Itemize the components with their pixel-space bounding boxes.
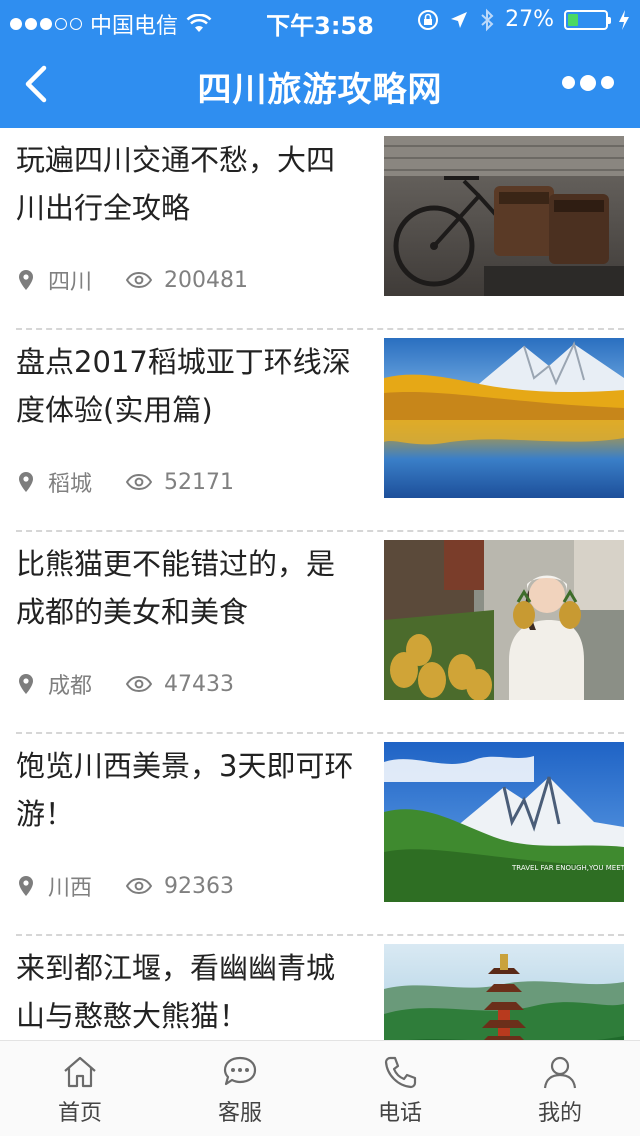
- article-thumbnail-bicycle[interactable]: [384, 136, 624, 296]
- user-icon: [543, 1056, 577, 1089]
- article-location: 成都: [48, 674, 93, 699]
- battery-fill: [568, 13, 578, 26]
- article-title[interactable]: 饱览川西美景，3天即可环游！: [16, 742, 356, 838]
- article-meta: 成都 47433: [18, 668, 234, 700]
- tab-label: 首页: [57, 1101, 102, 1126]
- article-views: 200481: [126, 268, 248, 293]
- battery-icon: [564, 9, 611, 30]
- view-count: 47433: [164, 671, 235, 697]
- article-item[interactable]: 玩遍四川交通不愁，大四川出行全攻略 四川 200481: [16, 128, 624, 330]
- article-item[interactable]: 饱览川西美景，3天即可环游！ 川西 92363 TRAVEL FAR ENOUG…: [16, 734, 624, 936]
- location-arrow-icon: [451, 11, 468, 28]
- tab-phone[interactable]: 电话: [320, 1041, 480, 1136]
- view-count: 52171: [164, 469, 235, 495]
- eye-icon: [126, 272, 153, 288]
- page-title: 四川旅游攻略网: [197, 70, 443, 110]
- thumbnail-caption: TRAVEL FAR ENOUGH,YOU MEET YOURSELF: [511, 864, 624, 872]
- rotation-lock-icon: [418, 9, 439, 30]
- location-pin-icon: [19, 876, 33, 896]
- tab-profile[interactable]: 我的: [480, 1041, 640, 1136]
- bluetooth-icon: [481, 8, 494, 31]
- article-views: 47433: [126, 672, 234, 697]
- view-count: 92363: [164, 873, 235, 899]
- article-thumbnail-girl-pineapples[interactable]: [384, 540, 624, 700]
- phone-icon: [384, 1056, 417, 1089]
- tab-label: 我的: [537, 1101, 582, 1126]
- battery-percent: 27%: [505, 7, 554, 32]
- article-thumbnail-lake[interactable]: [384, 338, 624, 498]
- article-meta: 四川 200481: [18, 264, 248, 296]
- article-item[interactable]: 比熊猫更不能错过的，是成都的美女和美食 成都 47433: [16, 532, 624, 734]
- tab-home[interactable]: 首页: [0, 1041, 160, 1136]
- article-thumbnail-pagoda[interactable]: [384, 944, 624, 1040]
- article-title[interactable]: 比熊猫更不能错过的，是成都的美女和美食: [16, 540, 356, 636]
- tab-customer-service[interactable]: 客服: [160, 1041, 320, 1136]
- status-bar: 中国电信 下午3:58 27%: [0, 0, 640, 40]
- charging-bolt-icon: [619, 9, 629, 30]
- eye-icon: [126, 676, 153, 692]
- article-meta: 川西 92363: [18, 870, 234, 902]
- status-right: 27%: [417, 7, 630, 32]
- article-location: 稻城: [48, 472, 93, 497]
- article-location: 四川: [48, 270, 93, 295]
- article-item[interactable]: 来到都江堰，看幽幽青城山与憨憨大熊猫！: [16, 936, 624, 1040]
- location-pin-icon: [19, 270, 33, 290]
- more-options-icon[interactable]: [562, 74, 614, 91]
- article-title[interactable]: 来到都江堰，看幽幽青城山与憨憨大熊猫！: [16, 944, 356, 1040]
- chat-icon: [223, 1056, 257, 1086]
- location-pin-icon: [19, 472, 33, 492]
- article-title[interactable]: 玩遍四川交通不愁，大四川出行全攻略: [16, 136, 356, 232]
- article-list: 玩遍四川交通不愁，大四川出行全攻略 四川 200481 盘点2017稻城亚丁环线…: [0, 128, 640, 1040]
- article-item[interactable]: 盘点2017稻城亚丁环线深度体验(实用篇) 稻城 52171: [16, 330, 624, 532]
- bottom-tab-bar: 首页 客服 电话 我的: [0, 1040, 640, 1136]
- tab-label: 客服: [217, 1101, 262, 1126]
- tab-label: 电话: [377, 1101, 422, 1126]
- eye-icon: [126, 878, 153, 894]
- article-title[interactable]: 盘点2017稻城亚丁环线深度体验(实用篇): [16, 338, 356, 434]
- article-meta: 稻城 52171: [18, 466, 234, 498]
- article-location: 川西: [48, 876, 93, 901]
- eye-icon: [126, 474, 153, 490]
- article-thumbnail-mountains[interactable]: TRAVEL FAR ENOUGH,YOU MEET YOURSELF: [384, 742, 624, 902]
- location-pin-icon: [19, 674, 33, 694]
- view-count: 200481: [164, 267, 248, 293]
- article-views: 52171: [126, 470, 234, 495]
- nav-bar: 四川旅游攻略网: [0, 40, 640, 128]
- home-icon: [64, 1056, 96, 1088]
- article-views: 92363: [126, 874, 234, 899]
